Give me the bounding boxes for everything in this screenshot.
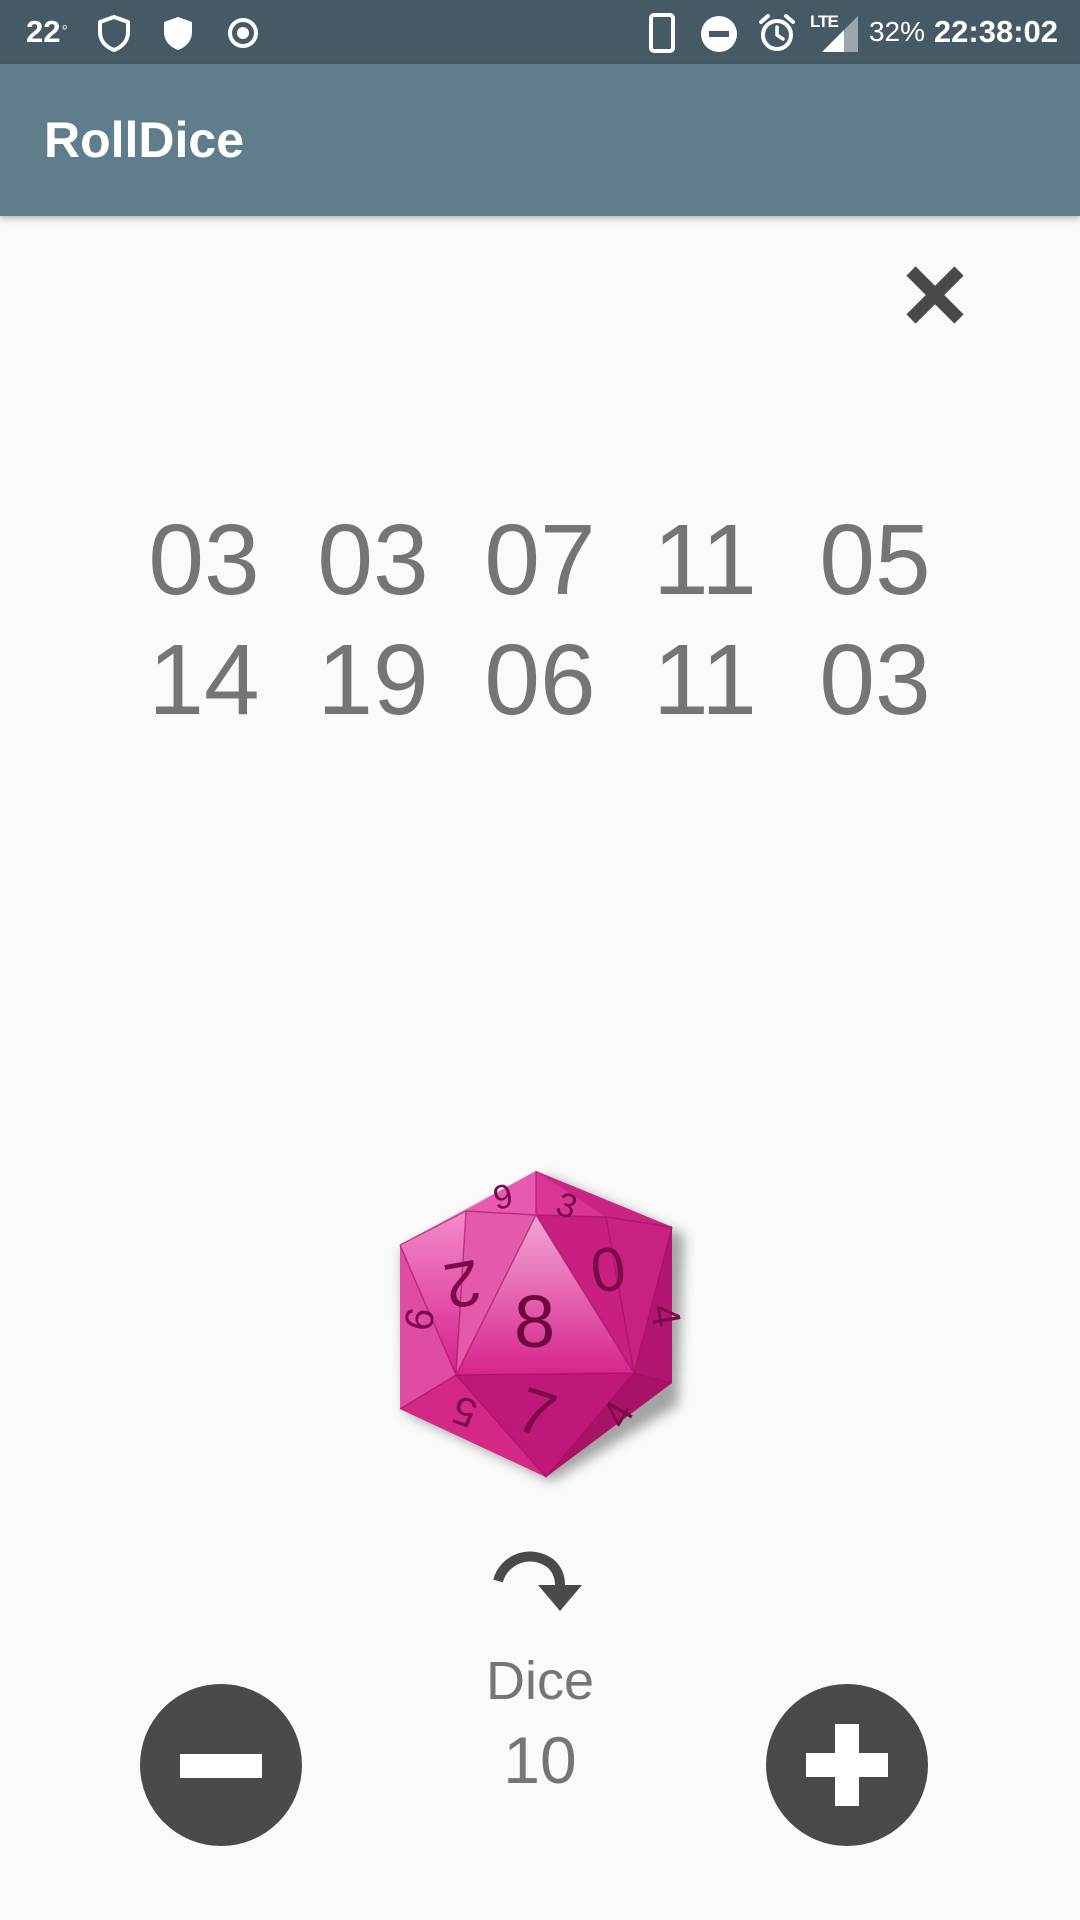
roll-button[interactable]	[490, 1545, 590, 1615]
roll-die-button[interactable]: 9 3 2 0 6 4 5 7 4 8	[396, 1165, 686, 1485]
cell-signal-icon	[822, 16, 858, 52]
app-bar: RollDice	[0, 64, 1080, 216]
alarm-icon	[759, 14, 795, 51]
redo-arrow-icon	[493, 1551, 582, 1611]
weather-temperature: 22 °	[26, 0, 68, 64]
status-bar: 22 ° LTE 32% 22:38:02	[0, 0, 1080, 64]
result-value: 05	[819, 504, 931, 616]
result-value: 11	[653, 504, 757, 616]
die-top-face-number: 8	[514, 1280, 555, 1363]
result-value: 06	[484, 624, 596, 736]
result-value: 03	[819, 624, 931, 736]
d20-die-icon: 9 3 2 0 6 4 5 7 4 8	[397, 1171, 686, 1479]
roll-results: 03 03 07 11 05 14 19 06 11 03	[0, 500, 1080, 740]
result-value: 19	[317, 624, 429, 736]
close-icon	[906, 266, 964, 324]
results-row: 03 03 07 11 05	[0, 500, 1080, 620]
shield-outline-icon	[98, 15, 130, 52]
close-button[interactable]	[900, 260, 970, 330]
clock: 22:38:02	[933, 14, 1058, 49]
app-title: RollDice	[44, 112, 245, 168]
record-icon	[228, 18, 258, 48]
temperature-value: 22	[26, 14, 61, 49]
minus-icon	[180, 1754, 262, 1778]
result-value: 11	[653, 624, 757, 736]
result-value: 07	[484, 504, 596, 616]
result-value: 03	[317, 504, 429, 616]
dice-count: 10	[503, 1723, 577, 1797]
do-not-disturb-icon	[701, 16, 737, 52]
result-value: 03	[148, 504, 260, 616]
shield-filled-icon	[164, 17, 192, 50]
phone-icon	[649, 13, 675, 53]
degree-symbol: °	[61, 23, 68, 40]
battery-percent: 32%	[868, 16, 925, 47]
result-value: 14	[148, 624, 260, 736]
plus-icon	[766, 1684, 928, 1846]
dice-label: Dice	[485, 1651, 595, 1711]
decrease-dice-button[interactable]	[140, 1684, 302, 1846]
results-row: 14 19 06 11 03	[0, 620, 1080, 740]
increase-dice-button[interactable]	[766, 1684, 928, 1846]
